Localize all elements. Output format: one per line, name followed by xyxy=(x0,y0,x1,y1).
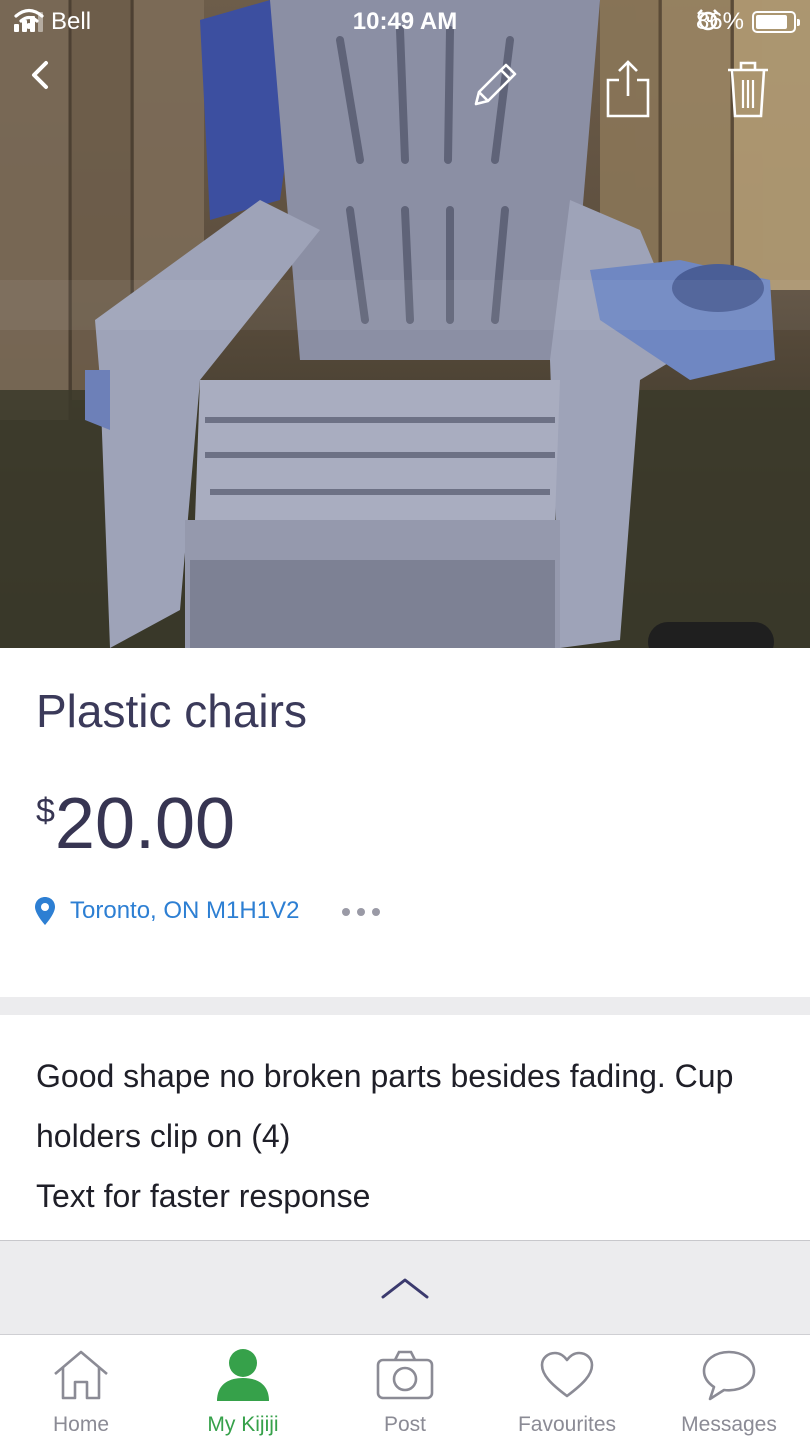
location-text[interactable]: Toronto, ON M1H1V2 xyxy=(70,897,299,925)
battery-level xyxy=(756,15,787,29)
tab-label: Favourites xyxy=(517,1413,617,1436)
share-button[interactable] xyxy=(602,58,662,122)
description-line: Good shape no broken parts besides fadin… xyxy=(36,1058,734,1154)
trash-icon xyxy=(728,61,768,118)
tab-post[interactable]: Post xyxy=(324,1335,486,1440)
back-button[interactable] xyxy=(28,58,88,122)
person-icon xyxy=(212,1347,274,1403)
price-amount: 20.00 xyxy=(54,784,236,864)
bottom-tab-bar: Home My Kijiji Post Favourites Messages xyxy=(0,1334,810,1440)
alarm-icon xyxy=(697,9,719,31)
home-icon xyxy=(50,1347,112,1403)
back-chevron-icon xyxy=(32,61,48,89)
section-divider xyxy=(0,997,810,1015)
share-icon xyxy=(606,60,650,118)
battery-icon xyxy=(752,11,800,33)
tab-label: Home xyxy=(52,1413,110,1436)
location-pin-icon xyxy=(35,897,55,925)
tab-messages[interactable]: Messages xyxy=(648,1335,810,1440)
tab-my-kijiji[interactable]: My Kijiji xyxy=(162,1335,324,1440)
listing-description: Good shape no broken parts besides fadin… xyxy=(36,1046,786,1226)
location-row[interactable]: Toronto, ON M1H1V2 xyxy=(34,896,299,926)
tab-favourites[interactable]: Favourites xyxy=(486,1335,648,1440)
description-line: Text for faster response xyxy=(36,1178,371,1214)
chat-bubble-icon xyxy=(698,1347,760,1403)
delete-button[interactable] xyxy=(724,58,784,122)
chair-photo-illustration xyxy=(0,0,810,648)
expand-details-button[interactable] xyxy=(0,1240,810,1334)
camera-icon xyxy=(374,1347,436,1403)
listing-price: $20.00 xyxy=(36,786,235,862)
tab-home[interactable]: Home xyxy=(0,1335,162,1440)
chevron-up-icon xyxy=(381,1278,429,1298)
tab-label: Post xyxy=(383,1413,427,1436)
tab-label: Messages xyxy=(681,1413,777,1436)
listing-photo[interactable]: Bell 10:49 AM 86% xyxy=(0,0,810,648)
edit-pencil-icon xyxy=(474,63,517,106)
status-time: 10:49 AM xyxy=(352,8,458,35)
status-bar: Bell 10:49 AM 86% xyxy=(0,0,810,44)
heart-icon xyxy=(536,1347,598,1403)
more-options-icon[interactable] xyxy=(342,898,392,926)
price-currency: $ xyxy=(36,792,55,830)
edit-button[interactable] xyxy=(466,58,526,122)
listing-title: Plastic chairs xyxy=(36,685,307,737)
tab-label: My Kijiji xyxy=(207,1413,279,1436)
status-right: 86% xyxy=(696,8,800,36)
